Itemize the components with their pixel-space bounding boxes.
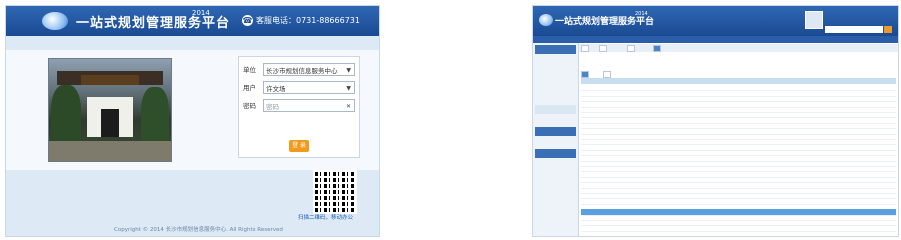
- table-header: [581, 78, 896, 84]
- password-row: 密码 密码 ✕: [243, 99, 355, 113]
- qr-caption: 扫描二维码，移动办公: [298, 215, 354, 221]
- user-row: 用户 许文场 ▼: [243, 81, 355, 95]
- password-label: 密码: [243, 102, 256, 110]
- tab[interactable]: [599, 45, 607, 52]
- user-value: 许文场: [266, 85, 286, 93]
- user-label: 用户: [243, 84, 256, 92]
- sidebar-item[interactable]: [535, 169, 576, 178]
- app-year: 2014: [192, 9, 210, 17]
- filter-bar[interactable]: [581, 62, 896, 70]
- app-year: 2014: [635, 11, 648, 17]
- login-screenshot: 一站式规划管理服务平台 2014 ☎ 客服电话：0731-88666731 单位…: [5, 5, 380, 237]
- tree-right: [141, 87, 169, 145]
- password-placeholder: 密码: [266, 103, 279, 111]
- tab-active[interactable]: [653, 45, 661, 52]
- sidebar-item[interactable]: [535, 219, 576, 228]
- app-screenshot: 一站式规划管理服务平台 2014: [532, 5, 899, 237]
- sidebar-item[interactable]: [535, 209, 576, 218]
- ground: [49, 141, 171, 161]
- sidebar-section[interactable]: [535, 45, 576, 54]
- unit-label: 单位: [243, 66, 256, 74]
- sub-tab-active[interactable]: [581, 71, 589, 78]
- sub-tabs: [581, 70, 896, 78]
- sidebar-item[interactable]: [535, 199, 576, 208]
- app-logo-icon: [539, 14, 553, 26]
- schedule-table: [581, 78, 896, 234]
- sidebar-item[interactable]: [535, 95, 576, 104]
- sidebar-item[interactable]: [535, 75, 576, 84]
- app-logo-icon: [42, 12, 68, 30]
- toolbar[interactable]: [581, 54, 896, 62]
- sidebar: [533, 43, 579, 236]
- table-row[interactable]: [581, 231, 896, 236]
- unit-row: 单位 长沙市规划信息服务中心 ▼: [243, 63, 355, 77]
- building-photo: [48, 58, 172, 162]
- gate-door: [101, 109, 119, 137]
- chevron-down-icon: ▼: [346, 67, 351, 74]
- tab-bar: [579, 44, 898, 52]
- password-field[interactable]: 密码 ✕: [263, 99, 355, 112]
- sidebar-item[interactable]: [535, 159, 576, 168]
- sidebar-item-active[interactable]: [535, 105, 576, 114]
- search-input[interactable]: [825, 26, 883, 33]
- sidebar-item[interactable]: [535, 55, 576, 64]
- sidebar-item[interactable]: [535, 85, 576, 94]
- sub-tab[interactable]: [603, 71, 611, 78]
- sidebar-section[interactable]: [535, 149, 576, 158]
- qr-code: [313, 170, 357, 214]
- sidebar-item[interactable]: [535, 65, 576, 74]
- clear-icon[interactable]: ✕: [346, 100, 351, 111]
- user-select[interactable]: 许文场 ▼: [263, 81, 355, 94]
- copyright: Copyright © 2014 长沙市规划信息服务中心. All Rights…: [114, 227, 283, 233]
- gate-sign: [81, 75, 139, 85]
- chevron-down-icon: ▼: [346, 85, 351, 92]
- phone-icon: ☎: [242, 15, 253, 26]
- search-button[interactable]: [884, 26, 892, 33]
- support-phone: 客服电话：0731-88666731: [256, 16, 360, 25]
- tab[interactable]: [581, 45, 589, 52]
- sidebar-section[interactable]: [535, 127, 576, 136]
- tree-left: [51, 85, 81, 145]
- sidebar-item[interactable]: [535, 115, 576, 124]
- sidebar-item[interactable]: [535, 137, 576, 146]
- main-nav: [533, 36, 898, 43]
- sidebar-item[interactable]: [535, 189, 576, 198]
- tab[interactable]: [627, 45, 635, 52]
- sidebar-item[interactable]: [535, 179, 576, 188]
- unit-value: 长沙市规划信息服务中心: [266, 67, 338, 75]
- login-button[interactable]: 登 录: [289, 140, 309, 152]
- avatar[interactable]: [805, 11, 823, 29]
- unit-select[interactable]: 长沙市规划信息服务中心 ▼: [263, 63, 355, 76]
